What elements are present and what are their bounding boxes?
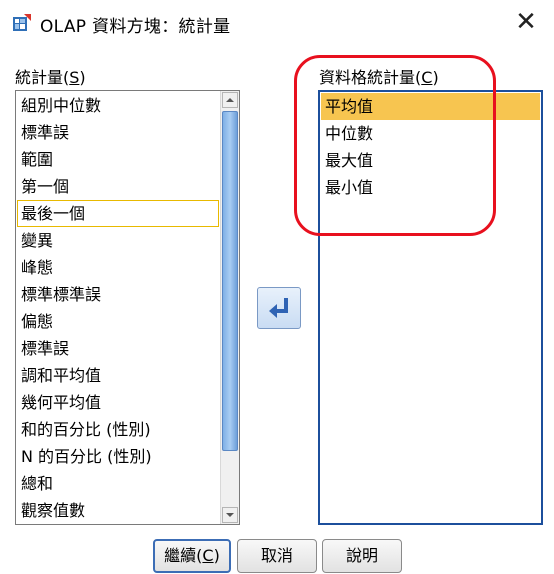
statistics-list-item[interactable]: 組別中位數 bbox=[17, 92, 219, 119]
statistics-list-item[interactable]: 觀察值數 bbox=[17, 497, 219, 524]
statistics-listbox[interactable]: 組別中位數 標準誤 範圍 第一個 最後一個 變異 峰態 標準標準誤 偏態 標準誤 調和平均值 幾何平均… bbox=[15, 90, 240, 525]
cell-statistics-list-item[interactable]: 平均值 bbox=[321, 93, 540, 120]
statistics-list-item[interactable]: 總和 bbox=[17, 470, 219, 497]
statistics-list-item[interactable]: 和的百分比 (性別) bbox=[17, 416, 219, 443]
statistics-list-item[interactable]: 標準誤 bbox=[17, 335, 219, 362]
statistics-list-item[interactable]: 變異 bbox=[17, 227, 219, 254]
cancel-button[interactable]: 取消 bbox=[237, 539, 317, 573]
continue-button[interactable]: 繼續(C) bbox=[153, 539, 231, 573]
statistics-scrollbar[interactable] bbox=[220, 91, 239, 524]
scroll-down-button[interactable] bbox=[222, 507, 238, 523]
cell-statistics-list-item[interactable]: 最大值 bbox=[321, 147, 540, 174]
statistics-list-item[interactable]: 調和平均值 bbox=[17, 362, 219, 389]
statistics-list-item[interactable]: N 的百分比 (性別) bbox=[17, 443, 219, 470]
statistics-list-item[interactable]: 標準標準誤 bbox=[17, 281, 219, 308]
cell-statistics-items: 平均值 中位數 最大值 最小值 bbox=[321, 93, 540, 201]
statistics-list-item[interactable]: 範圍 bbox=[17, 146, 219, 173]
statistics-list-item[interactable]: 幾何平均值 bbox=[17, 389, 219, 416]
statistics-list-item[interactable]: 第一個 bbox=[17, 173, 219, 200]
scroll-thumb[interactable] bbox=[222, 111, 238, 451]
window-title: OLAP 資料方塊：統計量 bbox=[40, 17, 231, 37]
scroll-up-button[interactable] bbox=[222, 92, 238, 108]
scroll-up-icon bbox=[226, 98, 234, 102]
scroll-down-icon bbox=[226, 513, 234, 517]
help-button[interactable]: 說明 bbox=[322, 539, 402, 573]
statistics-list-item[interactable]: 標準誤 bbox=[17, 119, 219, 146]
move-back-button[interactable] bbox=[257, 287, 301, 329]
statistics-list-item[interactable]: 偏態 bbox=[17, 308, 219, 335]
statistics-list-item[interactable]: 最後一個 bbox=[17, 200, 219, 227]
cell-statistics-label: 資料格統計量(C) bbox=[319, 68, 439, 87]
cell-statistics-list-item[interactable]: 中位數 bbox=[321, 120, 540, 147]
statistics-label: 統計量(S) bbox=[15, 68, 86, 87]
cell-statistics-listbox[interactable]: 平均值 中位數 最大值 最小值 bbox=[318, 90, 543, 525]
statistics-list-item[interactable]: 峰態 bbox=[17, 254, 219, 281]
arrow-left-icon bbox=[269, 298, 288, 318]
title-bar: OLAP 資料方塊：統計量 ✕ bbox=[0, 0, 554, 44]
statistics-items: 組別中位數 標準誤 範圍 第一個 最後一個 變異 峰態 標準標準誤 偏態 標準誤 調和平均值 幾何平均… bbox=[17, 92, 219, 524]
spss-app-icon bbox=[13, 14, 31, 31]
close-icon[interactable]: ✕ bbox=[512, 8, 540, 36]
cell-statistics-list-item[interactable]: 最小值 bbox=[321, 174, 540, 201]
